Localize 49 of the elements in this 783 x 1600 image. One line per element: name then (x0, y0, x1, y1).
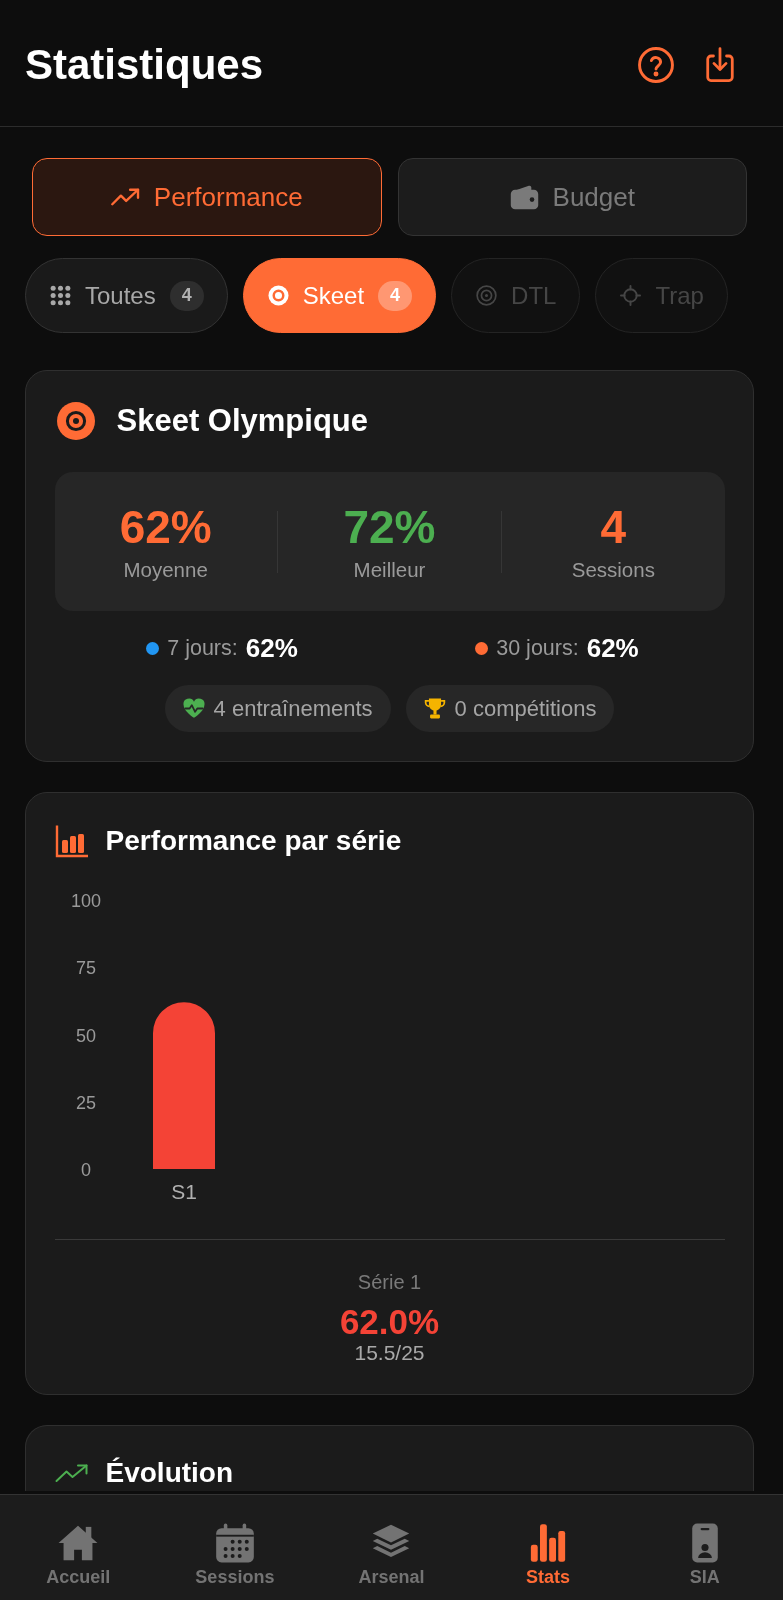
target-icon (267, 285, 289, 306)
period-label: 7 jours: (167, 635, 238, 661)
card-title: Évolution (105, 1456, 234, 1489)
y-axis-label: 75 (75, 958, 96, 979)
y-axis-label: 0 (80, 1160, 91, 1180)
grid-icon (50, 285, 71, 306)
filter-chip[interactable]: Toutes 4 (25, 258, 228, 333)
crosshair-icon (620, 285, 642, 306)
nav-tab[interactable]: Stats (469, 1495, 627, 1600)
nav-tab[interactable]: Accueil (0, 1495, 157, 1600)
y-axis-label: 25 (75, 1092, 96, 1113)
period-value: 62% (586, 632, 639, 664)
y-axis-label: 50 (75, 1025, 96, 1046)
x-axis-label: S1 (170, 1180, 197, 1203)
series-label: Série 1 (357, 1270, 422, 1294)
wallet-icon (509, 184, 539, 210)
stat-value: 72% (343, 501, 436, 552)
count-badge: 4 (169, 280, 204, 311)
mode-tab[interactable]: Budget (397, 158, 747, 236)
period-label: 30 jours: (496, 635, 579, 661)
help-icon[interactable] (638, 46, 674, 83)
nav-tab[interactable]: SIA (626, 1495, 783, 1600)
nav-tab[interactable]: Sessions (156, 1495, 314, 1600)
trend-up-icon (54, 1462, 89, 1483)
target-icon (476, 285, 498, 306)
target-icon (56, 402, 95, 440)
stat-label: Moyenne (123, 557, 208, 582)
home-icon (58, 1523, 99, 1563)
calendar-icon (214, 1523, 255, 1563)
card-title: Skeet Olympique (116, 403, 369, 439)
period-value: 62% (245, 632, 298, 664)
tag-label: 0 compétitions (454, 695, 597, 722)
stat-label: Meilleur (353, 557, 426, 582)
page-title: Statistiques (25, 40, 265, 89)
heart-pulse-icon (182, 698, 205, 719)
stat-label: Sessions (571, 557, 655, 582)
bar-chart-icon (54, 823, 89, 858)
trophy-icon (423, 698, 446, 719)
y-axis-label: 100 (70, 891, 101, 911)
nav-tab[interactable]: Arsenal (313, 1495, 470, 1600)
count-badge: 4 (378, 280, 413, 311)
series-score: 15.5/25 (354, 1341, 425, 1365)
tag-label: 4 entraînements (213, 695, 373, 722)
stat-value: 4 (600, 501, 627, 552)
series-percent: 62.0% (339, 1303, 440, 1341)
card-title: Performance par série (105, 824, 402, 857)
stat-value: 62% (119, 501, 212, 552)
filter-chip[interactable]: Skeet 4 (242, 258, 437, 333)
mode-tab[interactable]: Performance (32, 158, 382, 236)
